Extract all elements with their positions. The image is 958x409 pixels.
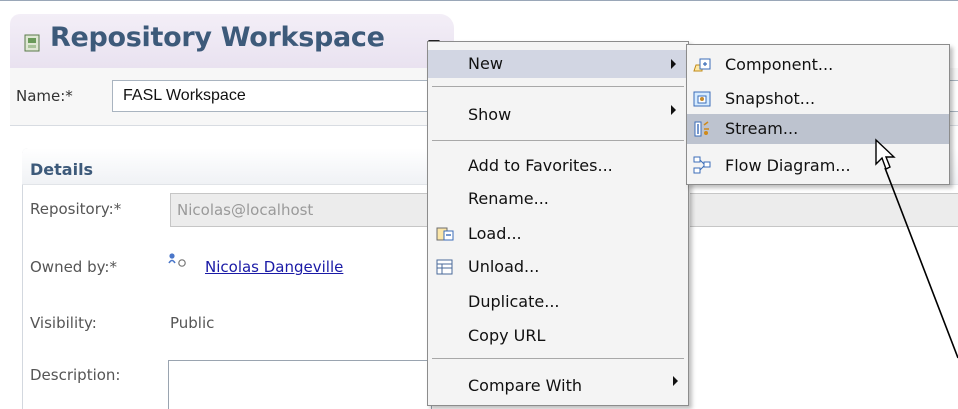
menu-item-label: Copy URL	[468, 326, 546, 345]
submenu-item-label: Snapshot...	[725, 89, 816, 108]
submenu-arrow-icon	[671, 105, 676, 115]
menu-separator	[432, 358, 684, 359]
menu-item-duplicate[interactable]: Duplicate...	[428, 288, 688, 316]
repository-field: Nicolas@localhost	[170, 193, 432, 227]
submenu-item-stream[interactable]: Stream...	[687, 114, 949, 144]
menu-item-unload[interactable]: Unload...	[428, 253, 688, 281]
visibility-label: Visibility:	[30, 314, 97, 332]
description-label: Description:	[30, 366, 121, 384]
details-title[interactable]: Details	[30, 160, 93, 179]
owned-by-label: Owned by:*	[30, 258, 117, 276]
submenu-arrow-icon	[671, 59, 676, 69]
repository-field-extension	[690, 193, 958, 227]
menu-item-label: Compare With	[468, 376, 582, 395]
submenu-item-label: Flow Diagram...	[725, 156, 851, 175]
menu-item-label: Load...	[468, 224, 522, 243]
submenu-item-label: Stream...	[725, 119, 799, 138]
mouse-cursor-icon	[875, 138, 896, 170]
submenu-item-snapshot[interactable]: Snapshot...	[687, 84, 949, 114]
name-field[interactable]: FASL Workspace	[112, 80, 442, 112]
menu-item-label: Unload...	[468, 257, 540, 276]
menu-item-label: Rename...	[468, 189, 549, 208]
description-field[interactable]	[168, 360, 432, 409]
editor-window: Repository Workspace Name:* FASL Workspa…	[0, 0, 958, 409]
name-label: Name:*	[16, 87, 73, 105]
menu-item-rename[interactable]: Rename...	[428, 185, 688, 213]
stream-icon	[694, 121, 709, 137]
page-title: Repository Workspace	[50, 22, 385, 53]
menu-separator	[432, 86, 684, 87]
menu-separator	[432, 140, 684, 141]
top-border	[0, 0, 958, 1]
menu-item-label: New	[468, 54, 503, 73]
user-icon	[168, 253, 186, 267]
menu-item-new[interactable]: New	[428, 50, 688, 78]
menu-item-show[interactable]: Show	[428, 101, 688, 129]
owner-link[interactable]: Nicolas Dangeville	[205, 258, 343, 276]
visibility-value: Public	[170, 314, 215, 332]
repository-label: Repository:*	[30, 200, 122, 218]
submenu-item-flow-diagram[interactable]: Flow Diagram...	[687, 151, 949, 181]
menu-item-label: Duplicate...	[468, 292, 560, 311]
menu-item-compare-with[interactable]: Compare With	[428, 372, 688, 400]
submenu-arrow-icon	[673, 376, 678, 386]
menu-item-add-to-favorites[interactable]: Add to Favorites...	[428, 152, 688, 180]
submenu-item-component[interactable]: Component...	[687, 50, 949, 80]
menu-item-load[interactable]: Load...	[428, 220, 688, 248]
menu-item-label: Show	[468, 105, 512, 124]
workspace-icon	[24, 34, 40, 52]
menu-item-label: Add to Favorites...	[468, 156, 613, 175]
menu-item-copy-url[interactable]: Copy URL	[428, 322, 688, 350]
submenu-item-label: Component...	[725, 55, 834, 74]
